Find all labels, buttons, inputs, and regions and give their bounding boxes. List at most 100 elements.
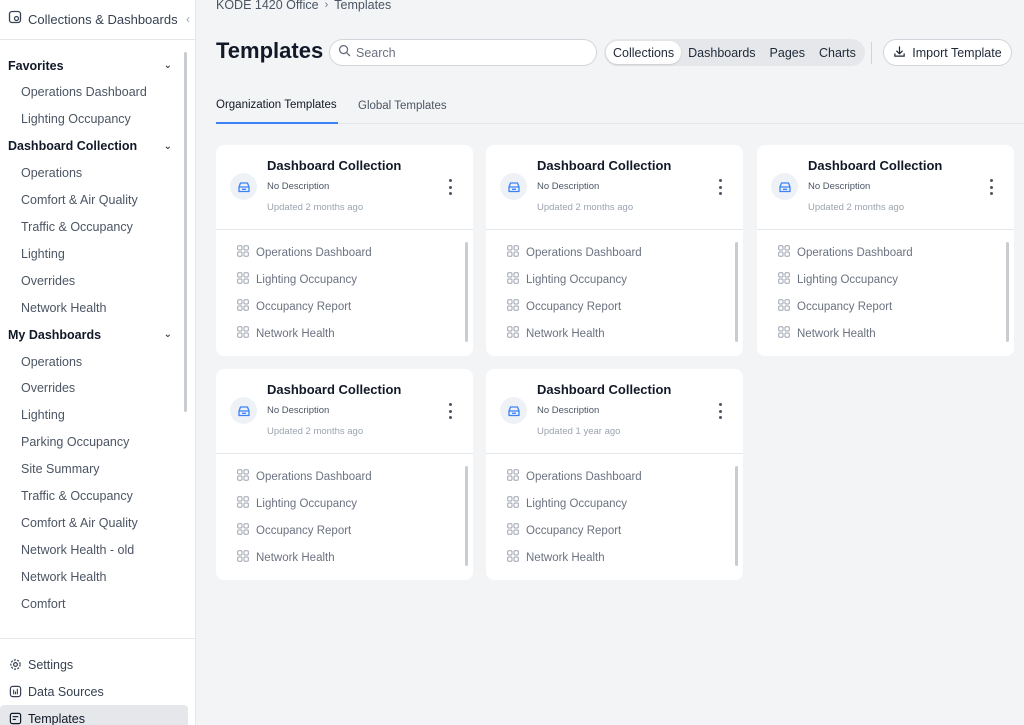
breadcrumb-item: Templates bbox=[334, 0, 392, 12]
sidebar-item[interactable]: Parking Occupancy bbox=[0, 429, 190, 456]
card-scrollbar[interactable] bbox=[1006, 242, 1009, 342]
card-scrollbar[interactable] bbox=[465, 242, 468, 342]
list-item[interactable]: Lighting Occupancy bbox=[216, 266, 466, 293]
filter-pages[interactable]: Pages bbox=[763, 41, 812, 64]
template-card[interactable]: Dashboard Collection No Description Upda… bbox=[216, 145, 473, 356]
card-title: Dashboard Collection bbox=[537, 158, 672, 173]
list-item[interactable]: Lighting Occupancy bbox=[757, 266, 1007, 293]
sidebar-item[interactable]: Traffic & Occupancy bbox=[0, 483, 190, 510]
filter-charts[interactable]: Charts bbox=[812, 41, 863, 64]
sidebar-item-settings[interactable]: Settings bbox=[0, 651, 188, 678]
more-vertical-icon[interactable] bbox=[445, 179, 455, 195]
list-item[interactable]: Occupancy Report bbox=[757, 293, 1007, 320]
list-item[interactable]: Lighting Occupancy bbox=[486, 490, 736, 517]
breadcrumb: KODE 1420 Office › Templates bbox=[216, 0, 391, 12]
card-description: No Description bbox=[267, 181, 330, 192]
grid-icon bbox=[237, 550, 249, 565]
sidebar: Collections & Dashboards ‹ Favorites ⌄ O… bbox=[0, 0, 196, 725]
card-updated: Updated 2 months ago bbox=[267, 426, 364, 437]
grid-icon bbox=[507, 299, 519, 314]
collection-icon bbox=[500, 397, 527, 424]
card-dashboard-list: Operations Dashboard Lighting Occupancy … bbox=[757, 239, 1007, 347]
template-card[interactable]: Dashboard Collection No Description Upda… bbox=[757, 145, 1014, 356]
breadcrumb-item[interactable]: KODE 1420 Office bbox=[216, 0, 319, 12]
import-template-button[interactable]: Import Template bbox=[883, 39, 1012, 66]
sidebar-item[interactable]: Network Health bbox=[0, 563, 190, 590]
filter-dashboards[interactable]: Dashboards bbox=[681, 41, 762, 64]
collapse-sidebar-icon[interactable]: ‹ bbox=[180, 10, 196, 28]
grid-icon bbox=[778, 299, 790, 314]
grid-icon bbox=[507, 272, 519, 287]
sidebar-item[interactable]: Operations bbox=[0, 348, 190, 375]
sidebar-item[interactable]: Lighting Occupancy bbox=[0, 106, 190, 133]
sidebar-header[interactable]: Collections & Dashboards ‹ bbox=[0, 0, 195, 40]
sidebar-item[interactable]: Comfort bbox=[0, 590, 190, 617]
list-item[interactable]: Network Health bbox=[486, 320, 736, 347]
sidebar-item[interactable]: Comfort & Air Quality bbox=[0, 187, 190, 214]
sidebar-item[interactable]: Lighting bbox=[0, 402, 190, 429]
grid-icon bbox=[237, 326, 249, 341]
template-card[interactable]: Dashboard Collection No Description Upda… bbox=[486, 369, 743, 580]
card-scrollbar[interactable] bbox=[465, 466, 468, 566]
sidebar-item[interactable]: Operations bbox=[0, 160, 190, 187]
tab-global-templates[interactable]: Global Templates bbox=[358, 88, 447, 124]
list-item[interactable]: Lighting Occupancy bbox=[486, 266, 736, 293]
sidebar-item[interactable]: Overrides bbox=[0, 267, 190, 294]
list-item[interactable]: Network Health bbox=[486, 544, 736, 571]
list-item[interactable]: Lighting Occupancy bbox=[216, 490, 466, 517]
sidebar-item[interactable]: Overrides bbox=[0, 375, 190, 402]
sidebar-item[interactable]: Traffic & Occupancy bbox=[0, 214, 190, 241]
sidebar-scrollbar[interactable] bbox=[184, 52, 187, 412]
list-item[interactable]: Network Health bbox=[216, 544, 466, 571]
card-scrollbar[interactable] bbox=[735, 242, 738, 342]
list-item[interactable]: Operations Dashboard bbox=[757, 239, 1007, 266]
more-vertical-icon[interactable] bbox=[986, 179, 996, 195]
template-card[interactable]: Dashboard Collection No Description Upda… bbox=[486, 145, 743, 356]
list-item[interactable]: Operations Dashboard bbox=[486, 463, 736, 490]
list-item[interactable]: Occupancy Report bbox=[486, 517, 736, 544]
search-input[interactable] bbox=[356, 45, 576, 60]
list-item[interactable]: Operations Dashboard bbox=[216, 239, 466, 266]
filter-collections[interactable]: Collections bbox=[606, 41, 682, 64]
more-vertical-icon[interactable] bbox=[445, 403, 455, 419]
sidebar-item[interactable]: Network Health bbox=[0, 294, 190, 321]
sidebar-item[interactable]: Site Summary bbox=[0, 456, 190, 483]
collection-icon bbox=[771, 173, 798, 200]
list-item[interactable]: Operations Dashboard bbox=[216, 463, 466, 490]
chevron-down-icon: ⌄ bbox=[163, 329, 172, 341]
grid-icon bbox=[778, 245, 790, 260]
template-card[interactable]: Dashboard Collection No Description Upda… bbox=[216, 369, 473, 580]
card-scrollbar[interactable] bbox=[735, 466, 738, 566]
tab-organization-templates[interactable]: Organization Templates bbox=[216, 88, 338, 124]
search-box[interactable] bbox=[329, 39, 597, 66]
sidebar-item-data-sources[interactable]: Data Sources bbox=[0, 678, 188, 705]
sidebar-item[interactable]: Comfort & Air Quality bbox=[0, 509, 190, 536]
grid-icon bbox=[237, 272, 249, 287]
sidebar-item[interactable]: Network Health - old bbox=[0, 536, 190, 563]
sidebar-item-templates[interactable]: Templates bbox=[0, 705, 188, 725]
card-updated: Updated 2 months ago bbox=[808, 202, 905, 213]
more-vertical-icon[interactable] bbox=[715, 179, 725, 195]
sidebar-item[interactable]: Lighting bbox=[0, 240, 190, 267]
card-description: No Description bbox=[537, 405, 600, 416]
sidebar-section-my-dashboards[interactable]: My Dashboards ⌄ bbox=[0, 321, 190, 348]
card-description: No Description bbox=[537, 181, 600, 192]
card-title: Dashboard Collection bbox=[537, 382, 672, 397]
list-item[interactable]: Operations Dashboard bbox=[486, 239, 736, 266]
collection-icon bbox=[230, 397, 257, 424]
card-dashboard-list: Operations Dashboard Lighting Occupancy … bbox=[216, 239, 466, 347]
collections-icon bbox=[8, 10, 22, 29]
card-description: No Description bbox=[808, 181, 871, 192]
card-title: Dashboard Collection bbox=[267, 382, 402, 397]
sidebar-item[interactable]: Operations Dashboard bbox=[0, 79, 190, 106]
list-item[interactable]: Occupancy Report bbox=[216, 517, 466, 544]
sidebar-section-favorites[interactable]: Favorites ⌄ bbox=[0, 52, 190, 79]
list-item[interactable]: Occupancy Report bbox=[486, 293, 736, 320]
card-description: No Description bbox=[267, 405, 330, 416]
more-vertical-icon[interactable] bbox=[715, 403, 725, 419]
card-updated: Updated 1 year ago bbox=[537, 426, 621, 437]
list-item[interactable]: Occupancy Report bbox=[216, 293, 466, 320]
sidebar-section-dashboard-collection[interactable]: Dashboard Collection ⌄ bbox=[0, 133, 190, 160]
list-item[interactable]: Network Health bbox=[216, 320, 466, 347]
list-item[interactable]: Network Health bbox=[757, 320, 1007, 347]
